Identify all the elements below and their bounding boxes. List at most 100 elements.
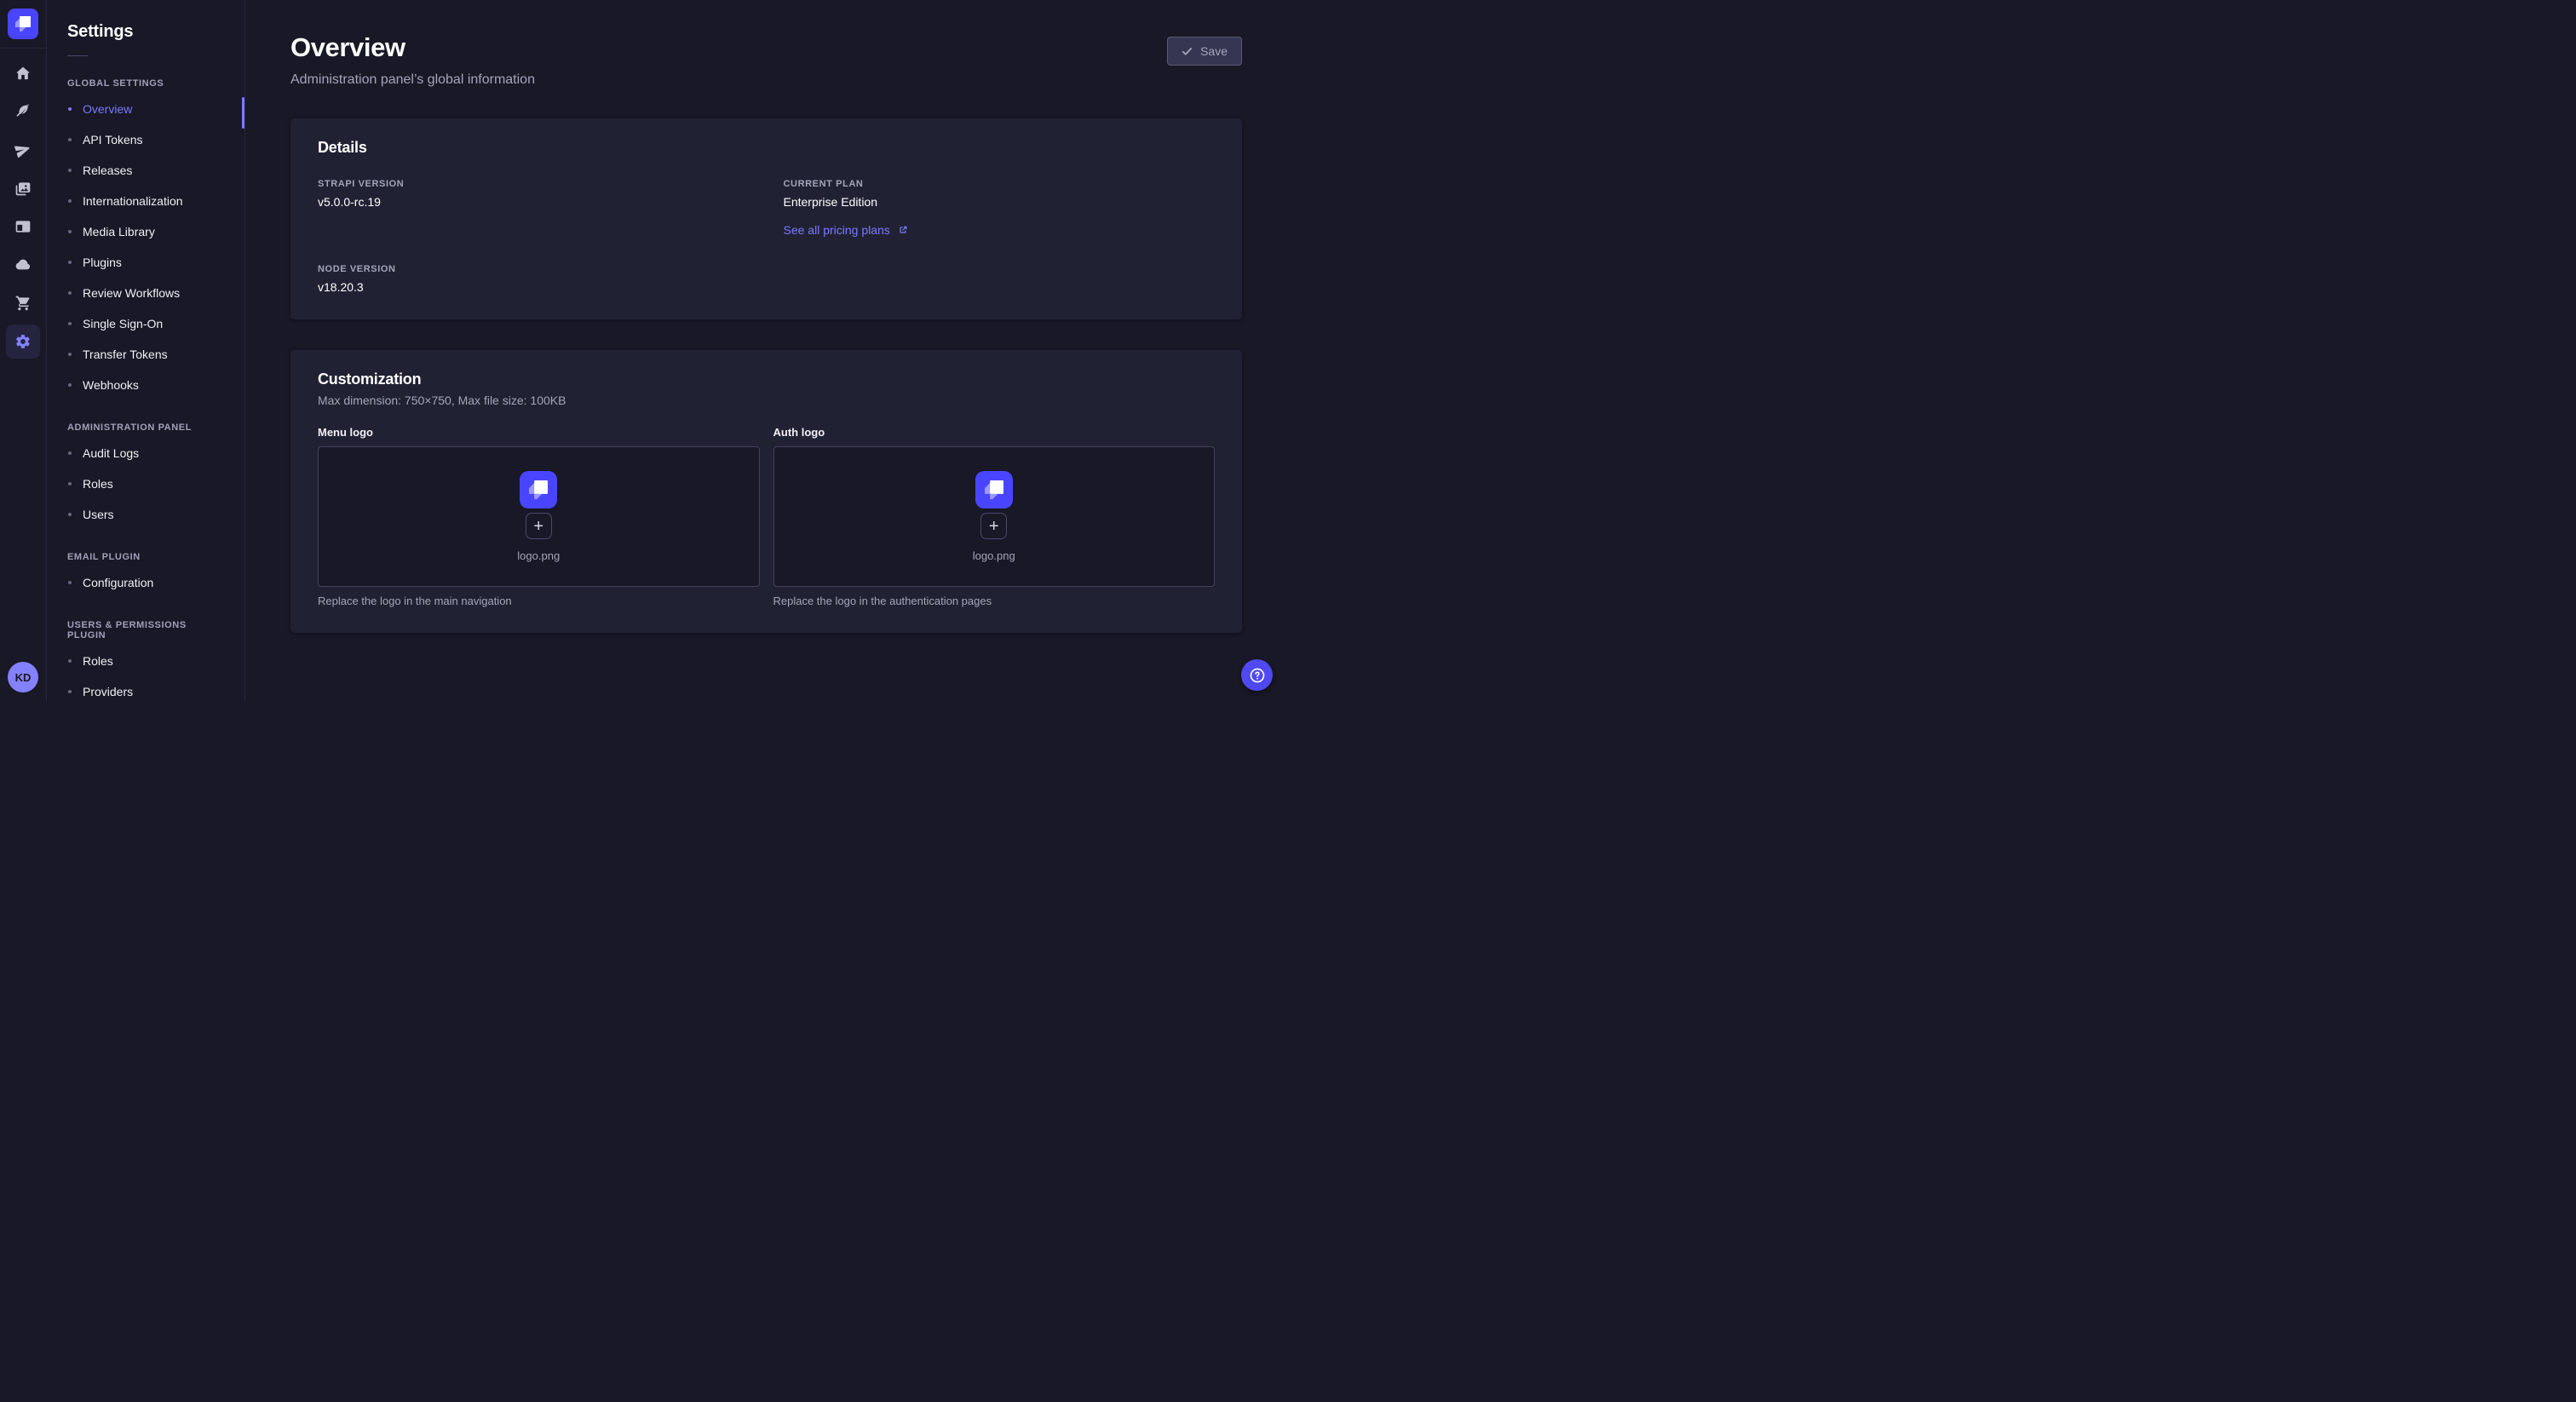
help-button[interactable]: [1241, 659, 1273, 691]
cloud-icon[interactable]: [6, 248, 40, 282]
sidebar-item-label: Roles: [83, 654, 113, 668]
plus-icon: +: [533, 518, 543, 535]
sidebar-item-configuration[interactable]: Configuration: [47, 567, 244, 598]
section-global-settings: GLOBAL SETTINGS Overview API Tokens Rele…: [47, 78, 244, 400]
layout-icon[interactable]: [6, 210, 40, 244]
logo-filename: logo.png: [973, 549, 1015, 562]
bullet-icon: [68, 581, 72, 584]
plus-icon: +: [989, 518, 999, 535]
strapi-logo: [520, 471, 557, 509]
sidebar-item-webhooks[interactable]: Webhooks: [47, 370, 244, 400]
sidebar-item-label: Internationalization: [83, 194, 183, 208]
section-email-plugin: EMAIL PLUGIN Configuration: [47, 552, 244, 598]
bullet-icon: [68, 451, 72, 455]
question-mark-icon: [1248, 666, 1267, 685]
field-label: CURRENT PLAN: [784, 179, 1216, 189]
pricing-plans-link-label: See all pricing plans: [784, 223, 890, 237]
sidebar-scrollbar-thumb[interactable]: [242, 97, 244, 129]
bullet-icon: [68, 199, 72, 203]
menu-logo-label: Menu logo: [318, 426, 760, 439]
bullet-icon: [68, 291, 72, 295]
bullet-icon: [68, 322, 72, 325]
paper-plane-icon[interactable]: [6, 133, 40, 167]
main-content: Overview Administration panel’s global i…: [245, 0, 1288, 701]
sidebar-item-label: Overview: [83, 102, 132, 116]
sidebar-item-plugins[interactable]: Plugins: [47, 247, 244, 278]
sidebar-item-api-tokens[interactable]: API Tokens: [47, 124, 244, 155]
sidebar-item-admin-roles[interactable]: Roles: [47, 468, 244, 499]
strapi-version-field: STRAPI VERSION v5.0.0-rc.19: [318, 179, 750, 238]
section-label: GLOBAL SETTINGS: [67, 78, 224, 89]
auth-logo-field: Auth logo + logo.png Replace the logo in…: [773, 426, 1216, 607]
pricing-plans-link[interactable]: See all pricing plans: [784, 223, 908, 237]
avatar[interactable]: KD: [8, 662, 38, 692]
bullet-icon: [68, 659, 72, 663]
page-header: Overview Administration panel’s global i…: [290, 32, 1242, 88]
section-label: EMAIL PLUGIN: [67, 552, 224, 562]
bullet-icon: [68, 383, 72, 387]
strapi-logo[interactable]: [8, 9, 38, 39]
sidebar-item-label: Media Library: [83, 225, 155, 238]
add-logo-button[interactable]: +: [980, 513, 1007, 539]
sidebar-item-label: Plugins: [83, 256, 122, 269]
main-nav-rail: KD: [0, 0, 47, 701]
cart-icon[interactable]: [6, 286, 40, 320]
add-logo-button[interactable]: +: [526, 513, 552, 539]
bullet-icon: [68, 482, 72, 486]
menu-logo-dropzone[interactable]: + logo.png: [318, 446, 760, 587]
field-value: Enterprise Edition: [784, 195, 1216, 209]
section-administration-panel: ADMINISTRATION PANEL Audit Logs Roles Us…: [47, 422, 244, 530]
bullet-icon: [68, 230, 72, 233]
sidebar-item-label: Transfer Tokens: [83, 348, 168, 361]
sidebar-item-label: Releases: [83, 164, 132, 177]
sidebar-item-internationalization[interactable]: Internationalization: [47, 186, 244, 216]
auth-logo-label: Auth logo: [773, 426, 1216, 439]
sidebar-item-audit-logs[interactable]: Audit Logs: [47, 438, 244, 468]
sidebar-item-single-sign-on[interactable]: Single Sign-On: [47, 308, 244, 339]
bullet-icon: [68, 353, 72, 356]
bullet-icon: [68, 138, 72, 141]
gear-icon[interactable]: [6, 325, 40, 359]
bullet-icon: [68, 169, 72, 172]
sidebar-item-review-workflows[interactable]: Review Workflows: [47, 278, 244, 308]
bullet-icon: [68, 513, 72, 516]
sidebar-title: Settings: [47, 0, 244, 42]
customization-title: Customization: [318, 371, 1215, 388]
sidebar-item-label: Review Workflows: [83, 286, 180, 300]
sidebar-item-overview[interactable]: Overview: [47, 94, 244, 124]
feather-icon[interactable]: [6, 95, 40, 129]
sidebar-item-transfer-tokens[interactable]: Transfer Tokens: [47, 339, 244, 370]
sidebar-item-users[interactable]: Users: [47, 499, 244, 530]
section-label: ADMINISTRATION PANEL: [67, 422, 224, 433]
settings-sidebar: Settings GLOBAL SETTINGS Overview API To…: [47, 0, 245, 701]
menu-logo-hint: Replace the logo in the main navigation: [318, 595, 760, 607]
home-icon[interactable]: [6, 56, 40, 90]
external-link-icon: [898, 225, 908, 235]
save-button-label: Save: [1200, 44, 1228, 58]
strapi-logo: [975, 471, 1013, 509]
sidebar-item-releases[interactable]: Releases: [47, 155, 244, 186]
section-label: USERS & PERMISSIONS PLUGIN: [67, 620, 224, 641]
sidebar-item-providers[interactable]: Providers: [47, 676, 244, 707]
page-subtitle: Administration panel’s global informatio…: [290, 72, 535, 88]
field-label: NODE VERSION: [318, 264, 750, 274]
field-value: v18.20.3: [318, 280, 750, 294]
customization-card: Customization Max dimension: 750×750, Ma…: [290, 350, 1242, 633]
sidebar-item-media-library[interactable]: Media Library: [47, 216, 244, 247]
save-button[interactable]: Save: [1167, 37, 1242, 66]
sidebar-title-divider: [67, 55, 88, 56]
section-users-permissions-plugin: USERS & PERMISSIONS PLUGIN Roles Provide…: [47, 620, 244, 707]
auth-logo-dropzone[interactable]: + logo.png: [773, 446, 1216, 587]
sidebar-item-label: Webhooks: [83, 378, 139, 392]
field-value: v5.0.0-rc.19: [318, 195, 750, 209]
sidebar-item-label: Audit Logs: [83, 446, 139, 460]
images-icon[interactable]: [6, 171, 40, 205]
current-plan-field: CURRENT PLAN Enterprise Edition See all …: [784, 179, 1216, 238]
details-card: Details STRAPI VERSION v5.0.0-rc.19 CURR…: [290, 118, 1242, 319]
check-icon: [1182, 46, 1193, 57]
bullet-icon: [68, 261, 72, 264]
customization-subtitle: Max dimension: 750×750, Max file size: 1…: [318, 394, 1215, 407]
sidebar-item-up-roles[interactable]: Roles: [47, 646, 244, 676]
sidebar-item-label: Providers: [83, 685, 133, 698]
bullet-icon: [68, 107, 72, 111]
